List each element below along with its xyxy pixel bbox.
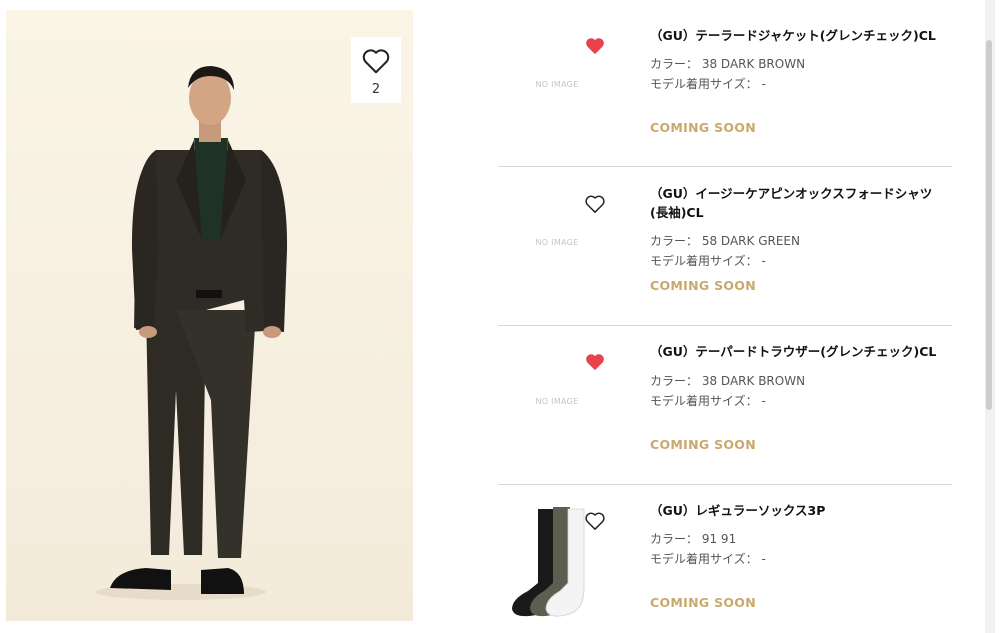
- coming-soon-label: COMING SOON: [650, 278, 756, 293]
- item-model-size: モデル着用サイズ： -: [650, 394, 766, 408]
- list-item[interactable]: NO IMAGE （GU）イージーケアピンオックスフォードシャツ(長袖)CL カ…: [498, 167, 952, 326]
- no-image-placeholder: NO IMAGE: [535, 80, 579, 89]
- scrollbar-thumb[interactable]: [986, 40, 992, 410]
- heart-outline-icon[interactable]: [584, 511, 606, 531]
- item-color: カラー： 38 DARK BROWN: [650, 374, 806, 388]
- favorite-count: 2: [371, 82, 381, 97]
- item-title[interactable]: （GU）テーパードトラウザー(グレンチェック)CL: [650, 342, 950, 361]
- no-image-placeholder: NO IMAGE: [535, 397, 579, 406]
- item-color: カラー： 58 DARK GREEN: [650, 234, 800, 248]
- heart-outline-icon: [362, 49, 390, 74]
- heart-filled-icon[interactable]: [584, 36, 606, 56]
- list-item[interactable]: NO IMAGE （GU）テーパードトラウザー(グレンチェック)CL カラー： …: [498, 326, 952, 485]
- item-model-size: モデル着用サイズ： -: [650, 254, 766, 268]
- item-color: カラー： 38 DARK BROWN: [650, 57, 806, 71]
- item-model-size: モデル着用サイズ： -: [650, 552, 766, 566]
- heart-outline-icon[interactable]: [584, 194, 606, 214]
- heart-filled-icon[interactable]: [584, 352, 606, 372]
- item-title[interactable]: （GU）イージーケアピンオックスフォードシャツ(長袖)CL: [650, 184, 945, 222]
- coming-soon-label: COMING SOON: [650, 595, 756, 610]
- coming-soon-label: COMING SOON: [650, 437, 756, 452]
- item-color: カラー： 91 91: [650, 532, 737, 546]
- no-image-placeholder: NO IMAGE: [535, 238, 579, 247]
- item-title[interactable]: （GU）テーラードジャケット(グレンチェック)CL: [650, 26, 950, 45]
- model-photo: 2: [6, 10, 413, 621]
- item-model-size: モデル着用サイズ： -: [650, 77, 766, 91]
- item-title[interactable]: （GU）レギュラーソックス3P: [650, 501, 950, 520]
- list-item[interactable]: NO IMAGE （GU）テーラードジャケット(グレンチェック)CL カラー： …: [498, 18, 952, 167]
- coming-soon-label: COMING SOON: [650, 120, 756, 135]
- list-item[interactable]: （GU）レギュラーソックス3P カラー： 91 91 モデル着用サイズ： - C…: [498, 485, 952, 633]
- favorite-button[interactable]: 2: [351, 37, 401, 103]
